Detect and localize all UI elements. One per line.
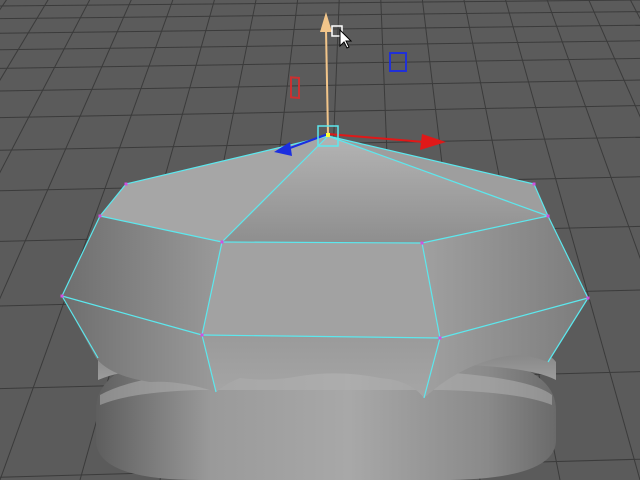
mesh-vertex[interactable] <box>220 240 224 244</box>
3d-viewport[interactable] <box>0 0 640 480</box>
selected-vertex[interactable] <box>326 133 330 137</box>
mesh-vertex[interactable] <box>546 214 550 218</box>
mesh-vertex[interactable] <box>420 241 424 245</box>
mesh-vertex[interactable] <box>60 294 64 298</box>
mesh-vertex[interactable] <box>438 336 442 340</box>
mesh-vertex[interactable] <box>532 182 536 186</box>
viewport-canvas[interactable] <box>0 0 640 480</box>
mesh-vertex[interactable] <box>586 296 590 300</box>
mesh-vertex[interactable] <box>200 333 204 337</box>
mesh-vertex[interactable] <box>98 214 102 218</box>
mesh-face[interactable] <box>202 242 440 338</box>
mesh-vertex[interactable] <box>124 182 128 186</box>
